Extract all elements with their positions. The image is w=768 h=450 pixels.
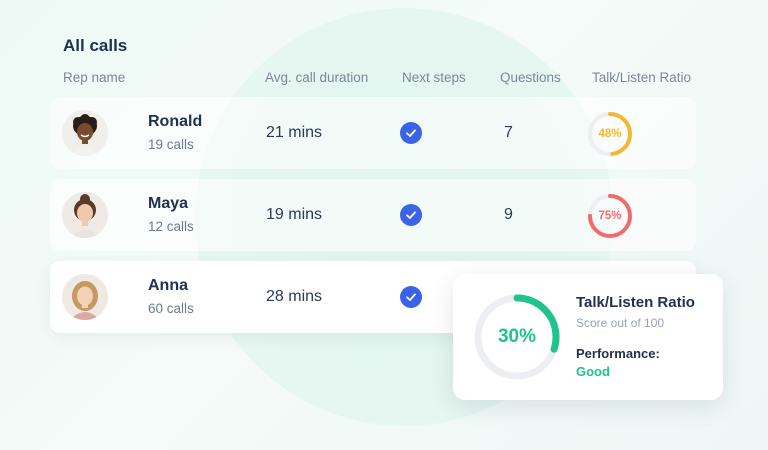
questions-count: 9 [504,206,513,223]
avg-duration: 21 mins [266,124,323,141]
ratio-ring: 48% [586,110,634,158]
performance-value: Good [576,364,610,379]
ratio-value: 75% [598,210,622,222]
rep-name: Anna [148,277,188,294]
ratio-value: 48% [598,128,622,140]
header-questions: Questions [500,70,561,85]
table-row[interactable]: Ronald 19 calls 21 mins 7 48% [50,97,696,169]
check-icon [400,122,422,144]
check-icon [400,286,422,308]
ratio-ring: 75% [586,192,634,240]
avatar [62,274,108,320]
check-icon [400,204,422,226]
performance-label: Performance: [576,346,660,361]
header-next-steps: Next steps [402,70,466,85]
header-avg-duration: Avg. call duration [265,70,369,85]
talk-listen-card: 30% Talk/Listen Ratio Score out of 100 P… [453,274,723,400]
card-title: Talk/Listen Ratio [576,294,695,311]
avg-duration: 28 mins [266,288,323,305]
avg-duration: 19 mins [266,206,323,223]
avatar [62,110,108,156]
questions-count: 7 [504,124,513,141]
rep-name: Maya [148,195,189,212]
table-row[interactable]: Maya 12 calls 19 mins 9 75% [50,179,696,251]
avatar [62,192,108,238]
rep-calls: 60 calls [148,301,194,316]
header-talk-listen: Talk/Listen Ratio [592,70,692,85]
rep-calls: 19 calls [148,137,194,152]
rep-calls: 12 calls [148,219,194,234]
page-title: All calls [63,36,128,55]
card-subtitle: Score out of 100 [576,316,665,330]
rep-name: Ronald [148,113,203,130]
score-value: 30% [497,326,537,347]
header-rep-name: Rep name [63,70,126,85]
